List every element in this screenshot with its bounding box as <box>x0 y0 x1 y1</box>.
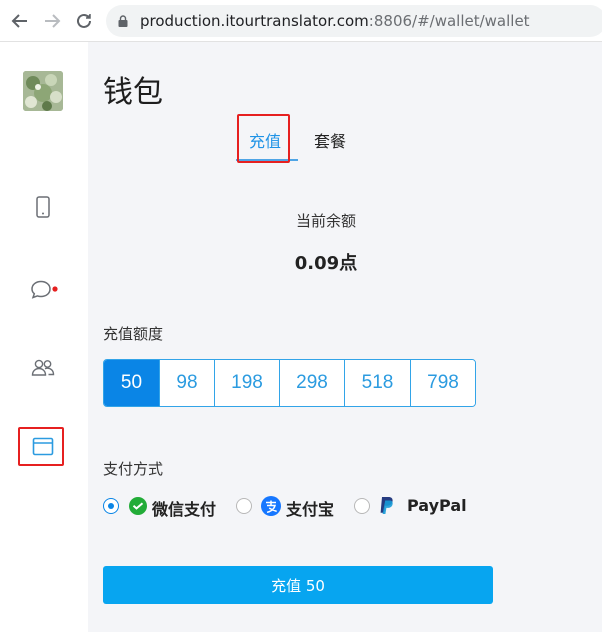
chat-icon <box>31 280 58 299</box>
alipay-icon <box>261 496 281 516</box>
amount-label: 充值额度 <box>103 325 164 343</box>
payment-method-label: 支付方式 <box>103 460 164 478</box>
url-text: production.itourtranslator.com:8806/#/wa… <box>140 12 530 30</box>
sidebar-item-phone[interactable] <box>24 189 62 227</box>
amount-option-798[interactable]: 798 <box>410 360 475 406</box>
radio-paypal[interactable] <box>354 498 370 514</box>
lock-icon <box>118 15 128 27</box>
url-host: production.itourtranslator.com <box>140 12 369 30</box>
contacts-icon <box>31 359 55 376</box>
reload-icon[interactable] <box>74 11 94 31</box>
phone-icon <box>36 196 50 218</box>
wallet-page: 钱包 充值 套餐 当前余额 0.09点 充值额度 50 98 198 298 5… <box>88 42 602 632</box>
radio-alipay[interactable] <box>236 498 252 514</box>
amount-option-98[interactable]: 98 <box>159 360 214 406</box>
sidebar <box>0 42 88 632</box>
recharge-submit-button[interactable]: 充值 50 <box>103 566 493 604</box>
payment-label-alipay[interactable]: 支付宝 <box>286 496 334 520</box>
balance-value: 0.09点 <box>294 253 358 274</box>
radio-wechat-pay[interactable] <box>103 498 119 514</box>
payment-methods: 微信支付 支付宝 PayPal <box>103 494 523 520</box>
tab-plans[interactable]: 套餐 <box>314 128 346 152</box>
annotation-highlight-box <box>237 114 290 163</box>
url-path: :8806/#/wallet/wallet <box>368 12 530 30</box>
amount-option-518[interactable]: 518 <box>344 360 410 406</box>
payment-label-paypal[interactable]: PayPal <box>407 496 467 515</box>
arrow-right-icon[interactable] <box>42 11 62 31</box>
paypal-icon <box>380 497 393 514</box>
payment-label-wechat[interactable]: 微信支付 <box>152 496 216 520</box>
amount-option-298[interactable]: 298 <box>279 360 344 406</box>
amount-option-198[interactable]: 198 <box>214 360 279 406</box>
address-bar[interactable]: production.itourtranslator.com:8806/#/wa… <box>106 5 602 37</box>
browser-toolbar: production.itourtranslator.com:8806/#/wa… <box>0 0 602 42</box>
sidebar-item-chat[interactable] <box>24 270 62 308</box>
balance-label: 当前余额 <box>295 212 356 230</box>
unread-badge <box>52 286 58 292</box>
amount-selector: 50 98 198 298 518 798 <box>103 359 476 407</box>
avatar[interactable] <box>23 71 63 111</box>
wechat-pay-icon <box>129 497 147 515</box>
annotation-highlight-box <box>18 427 64 466</box>
arrow-left-icon[interactable] <box>10 11 30 31</box>
amount-option-50[interactable]: 50 <box>104 360 159 406</box>
page-title: 钱包 <box>103 75 163 110</box>
sidebar-item-contacts[interactable] <box>24 349 62 387</box>
